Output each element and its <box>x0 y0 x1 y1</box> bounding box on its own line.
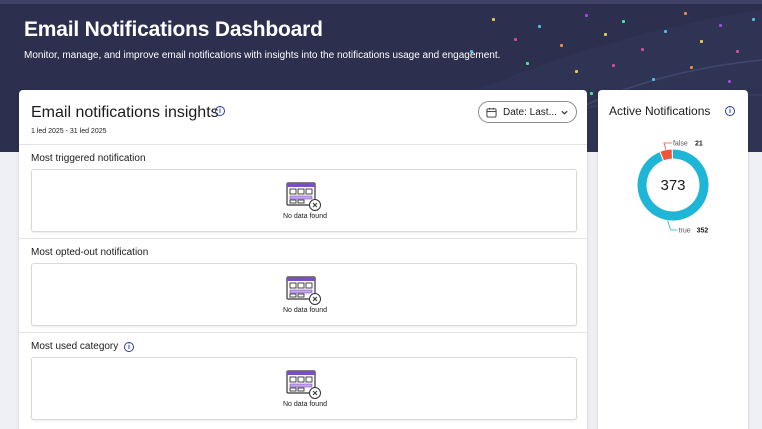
donut-leader-true <box>667 220 678 231</box>
section-label-most-triggered: Most triggered notification <box>31 153 146 164</box>
most-used-category-panel: No data found <box>31 357 577 420</box>
divider <box>19 332 587 333</box>
insights-title: Email notifications insights <box>31 104 219 121</box>
no-data-icon <box>286 370 321 399</box>
most-opted-out-panel: No data found <box>31 263 577 326</box>
info-icon[interactable]: i <box>124 342 134 352</box>
most-triggered-panel: No data found <box>31 169 577 232</box>
active-notifications-title: Active Notifications <box>609 104 711 118</box>
date-filter-label: Date: Last... <box>503 106 557 118</box>
no-data-icon <box>286 182 321 211</box>
divider <box>19 238 587 239</box>
chevron-down-icon <box>561 110 568 115</box>
active-notifications-card: Active Notifications i 373 false 21 true 352 <box>598 90 748 429</box>
no-data-text: No data found <box>283 307 327 314</box>
date-range-text: 1 led 2025 - 31 led 2025 <box>31 128 107 135</box>
no-data-text: No data found <box>283 213 327 220</box>
insights-card: Email notifications insights i 1 led 202… <box>19 90 587 429</box>
page-title: Email Notifications Dashboard <box>24 18 323 41</box>
donut-label-false: false <box>673 141 688 148</box>
section-label-most-used-category: Most used category <box>31 341 119 352</box>
calendar-icon <box>486 107 497 118</box>
divider <box>19 144 587 145</box>
donut-value-false: 21 <box>695 141 703 148</box>
no-data-text: No data found <box>283 401 327 408</box>
no-data-icon <box>286 276 321 305</box>
section-label-most-opted-out: Most opted-out notification <box>31 247 149 258</box>
donut-center-total: 373 <box>660 177 685 194</box>
info-icon[interactable]: i <box>725 106 735 116</box>
info-icon[interactable]: i <box>215 106 225 116</box>
page-subtitle: Monitor, manage, and improve email notif… <box>24 50 501 61</box>
donut-value-true: 352 <box>697 228 709 235</box>
date-filter-button[interactable]: Date: Last... <box>478 101 577 123</box>
donut-label-true: true <box>679 228 691 235</box>
active-notifications-donut-chart: 373 false 21 true 352 <box>636 141 710 235</box>
